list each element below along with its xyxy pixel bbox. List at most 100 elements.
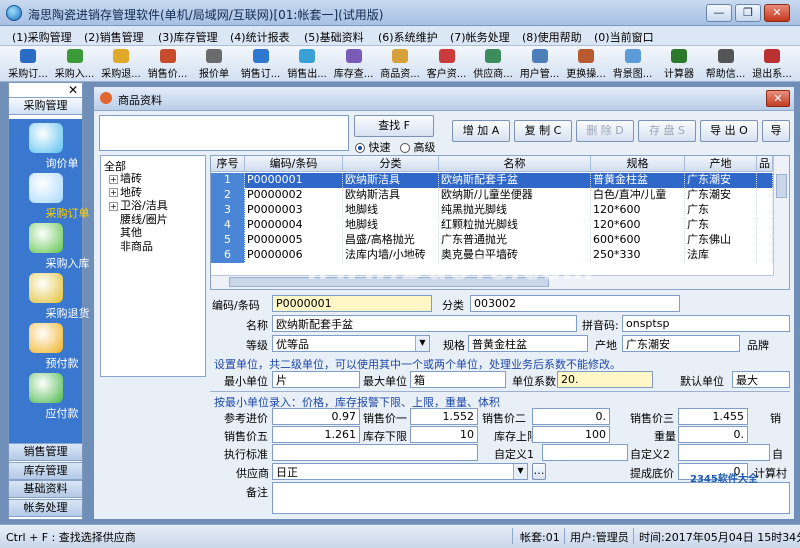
custom1-field[interactable] (542, 444, 628, 461)
supplier-field[interactable] (272, 463, 528, 480)
grade-dropdown-icon[interactable]: ▼ (415, 336, 429, 351)
action-button-5[interactable]: 导 (762, 120, 790, 142)
grid-header-cell[interactable]: 产地 (685, 156, 757, 172)
sale-price1-field[interactable] (410, 408, 478, 425)
menu-item-4[interactable]: (5)基础资料 (304, 29, 364, 45)
action-button-4[interactable]: 导 出 O (700, 120, 758, 142)
ref-price-field[interactable] (272, 408, 360, 425)
table-row[interactable]: 1 P0000001 欧纳斯洁具 欧纳斯配套手盆 普黄金柱盆 广东潮安 (211, 173, 773, 188)
custom2-field[interactable] (678, 444, 770, 461)
toolbar-button-12[interactable]: 更换操... (562, 48, 610, 80)
search-button[interactable]: 查找 F (354, 115, 434, 137)
hscroll-thumb[interactable] (229, 277, 549, 287)
menu-item-5[interactable]: (6)系统维护 (378, 29, 438, 45)
close-button[interactable]: ✕ (764, 4, 790, 22)
factor-field[interactable] (557, 371, 653, 388)
action-button-3[interactable]: 存 盘 S (638, 120, 696, 142)
menu-item-0[interactable]: (1)采购管理 (12, 29, 72, 45)
table-row[interactable]: 2 P0000002 欧纳斯洁具 欧纳斯/儿童坐便器 白色/直冲/儿童 广东潮安 (211, 188, 773, 203)
max-unit-field[interactable] (410, 371, 506, 388)
min-unit-field[interactable] (272, 371, 360, 388)
sidebar-item-2[interactable]: 采购入库 (9, 223, 90, 270)
grid-horizontal-scrollbar[interactable] (211, 275, 774, 289)
menu-item-3[interactable]: (4)统计报表 (230, 29, 290, 45)
menu-item-8[interactable]: (0)当前窗口 (594, 29, 654, 45)
grade-field[interactable] (272, 335, 430, 352)
table-row[interactable]: 5 P0000005 昌盛/高格抛光 广东普通抛光 600*600 广东佛山 (211, 233, 773, 248)
tree-node[interactable]: 非商品 (109, 238, 153, 254)
table-row[interactable]: 6 P0000006 法库内墙/小地砖 奥克曼白平墙砖 250*330 法库 (211, 248, 773, 263)
sale-price2-field[interactable] (532, 408, 610, 425)
tree-expand-icon[interactable] (109, 215, 118, 224)
table-row[interactable]: 3 P0000003 地脚线 纯黑抛光脚线 120*600 广东 (211, 203, 773, 218)
grid-vertical-scrollbar[interactable] (773, 156, 789, 289)
toolbar-button-7[interactable]: 库存查... (330, 48, 378, 80)
action-button-2[interactable]: 删 除 D (576, 120, 634, 142)
product-window-close-button[interactable]: ✕ (766, 90, 790, 107)
minimize-button[interactable]: — (706, 4, 732, 22)
action-button-0[interactable]: 增 加 A (452, 120, 510, 142)
maximize-button[interactable]: ❐ (735, 4, 761, 22)
grid-header-cell[interactable]: 分类 (343, 156, 439, 172)
sidebar-item-4[interactable]: 预付款 (9, 323, 82, 370)
memo-field[interactable] (272, 482, 790, 514)
toolbar-button-9[interactable]: 客户资... (423, 48, 471, 80)
menu-item-1[interactable]: (2)销售管理 (84, 29, 144, 45)
table-row[interactable]: 4 P0000004 地脚线 红颗粒抛光脚线 120*600 广东 (211, 218, 773, 233)
category-field[interactable] (470, 295, 680, 312)
search-input[interactable] (99, 115, 349, 151)
sale-price5-field[interactable] (272, 426, 360, 443)
toolbar-button-3[interactable]: 销售价... (144, 48, 192, 80)
sidebar-item-0[interactable]: 询价单 (9, 123, 82, 170)
pinyin-field[interactable] (622, 315, 790, 332)
toolbar-button-2[interactable]: 采购退... (97, 48, 145, 80)
stock-high-field[interactable] (532, 426, 610, 443)
toolbar-button-10[interactable]: 供应商... (469, 48, 517, 80)
scroll-thumb[interactable] (776, 174, 787, 198)
toolbar-button-8[interactable]: 商品资... (376, 48, 424, 80)
sidebar-item-3[interactable]: 采购退货 (9, 273, 90, 320)
tree-expand-icon[interactable] (109, 242, 118, 251)
toolbar-button-4[interactable]: 报价单 (190, 48, 238, 80)
toolbar-button-6[interactable]: 销售出... (283, 48, 331, 80)
grid-header-cell[interactable]: 规格 (591, 156, 685, 172)
menu-item-2[interactable]: (3)库存管理 (158, 29, 218, 45)
supplier-dropdown-icon[interactable]: ▼ (513, 464, 527, 479)
grid-header-cell[interactable]: 品 (757, 156, 773, 172)
tree-expand-icon[interactable]: + (109, 201, 118, 211)
toolbar-button-1[interactable]: 采购入... (51, 48, 99, 80)
code-field[interactable] (272, 295, 432, 312)
menu-item-7[interactable]: (8)使用帮助 (522, 29, 582, 45)
default-unit-field[interactable] (732, 371, 790, 388)
tree-expand-icon[interactable]: + (109, 188, 118, 197)
toolbar-button-13[interactable]: 背景图... (609, 48, 657, 80)
grid-header-cell[interactable]: 编码/条码 (245, 156, 343, 172)
sidebar-close-icon[interactable]: ✕ (68, 83, 78, 97)
weight-field[interactable] (678, 426, 748, 443)
sidebar-item-1[interactable]: 采购订单 (9, 173, 90, 220)
grid-header-cell[interactable]: 名称 (439, 156, 591, 172)
radio-advanced[interactable] (400, 143, 410, 153)
toolbar-button-5[interactable]: 销售订... (237, 48, 285, 80)
menu-item-6[interactable]: (7)帐务处理 (450, 29, 510, 45)
name-field[interactable] (272, 315, 577, 332)
sidebar-group-1[interactable]: 库存管理 (9, 461, 82, 480)
toolbar-button-14[interactable]: 计算器 (655, 48, 703, 80)
stock-low-field[interactable] (410, 426, 478, 443)
toolbar-button-0[interactable]: 采购订... (4, 48, 52, 80)
tree-expand-icon[interactable] (109, 229, 118, 238)
origin-field[interactable] (622, 335, 740, 352)
sidebar-group-2[interactable]: 基础资料 (9, 480, 82, 498)
toolbar-button-15[interactable]: 帮助信... (702, 48, 750, 80)
grid-header-cell[interactable]: 序号 (211, 156, 245, 172)
toolbar-button-16[interactable]: 退出系... (748, 48, 796, 80)
sidebar-item-5[interactable]: 应付款 (9, 373, 82, 420)
spec-field[interactable] (468, 335, 588, 352)
supplier-browse-button[interactable]: … (532, 463, 546, 480)
toolbar-button-11[interactable]: 用户管... (516, 48, 564, 80)
sidebar-group-3[interactable]: 帐务处理 (9, 498, 82, 517)
tree-expand-icon[interactable]: + (109, 174, 118, 184)
sidebar-group-0[interactable]: 销售管理 (9, 443, 82, 461)
action-button-1[interactable]: 复 制 C (514, 120, 572, 142)
sale-price3-field[interactable] (678, 408, 748, 425)
